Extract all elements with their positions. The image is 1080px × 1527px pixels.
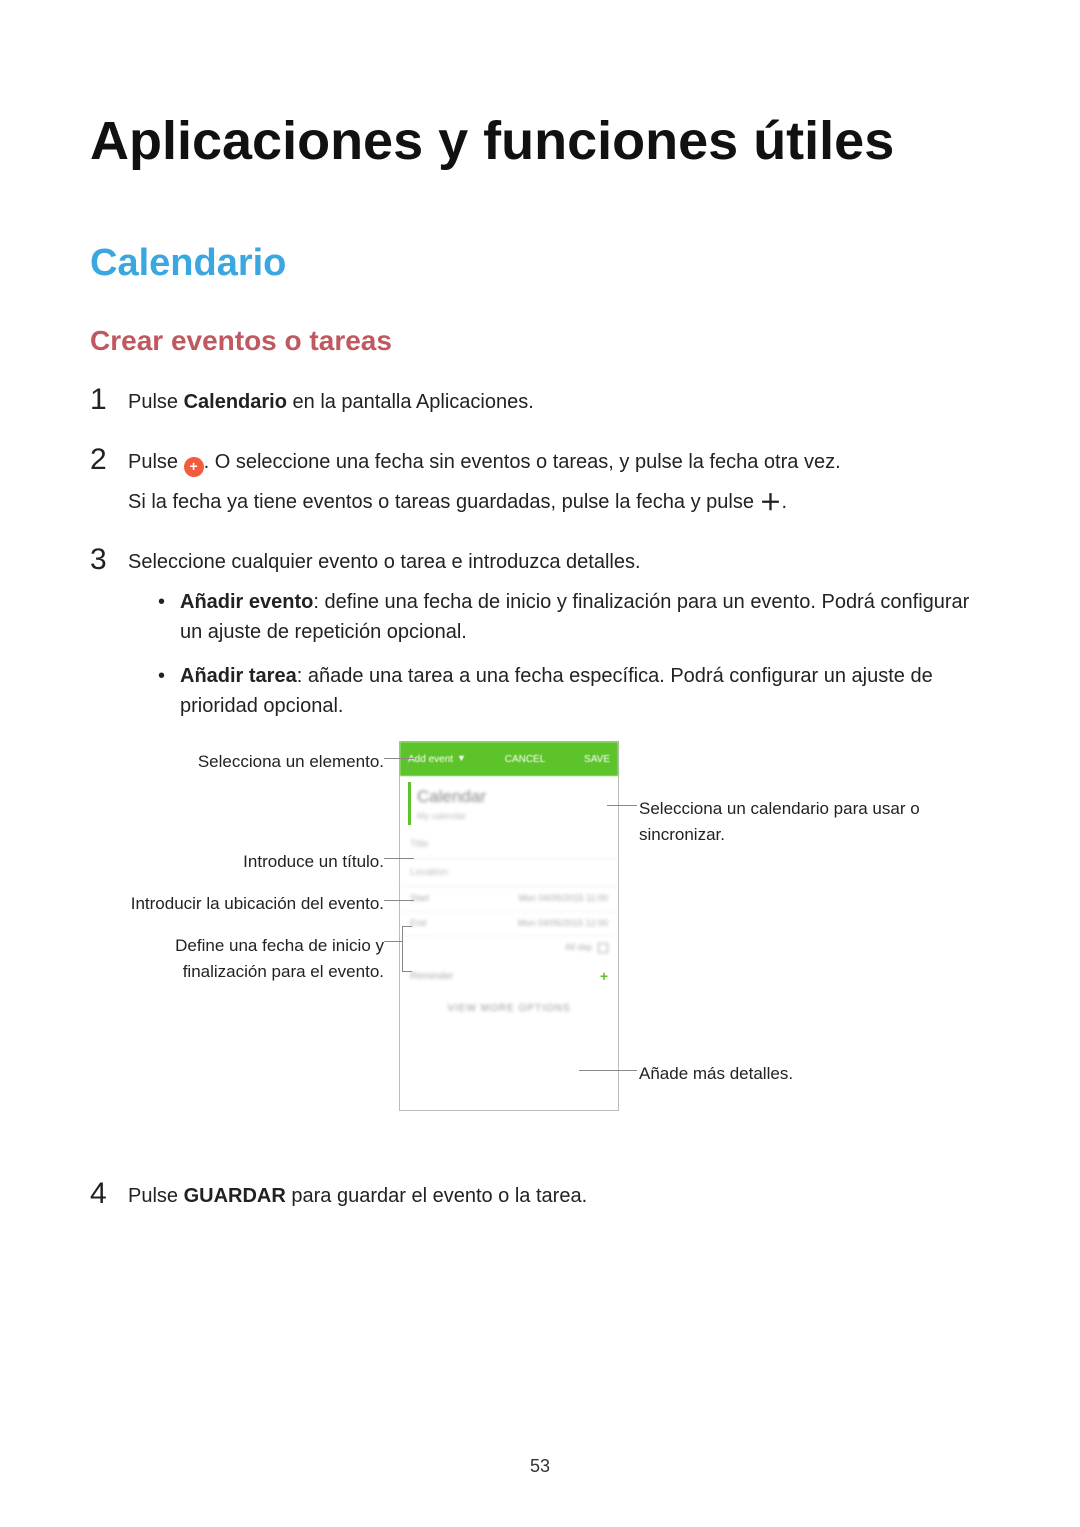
step-1: 1 Pulse Calendario en la pantalla Aplica… (90, 387, 990, 427)
callout-leader (384, 941, 402, 942)
chevron-down-icon: ▼ (457, 752, 466, 766)
reminder-label: Reminder (410, 969, 453, 984)
step-bold: GUARDAR (184, 1185, 286, 1207)
plus-icon: ＋ (760, 492, 782, 514)
step-text: Pulse (128, 1185, 184, 1207)
step-text: Si la fecha ya tiene eventos o tareas gu… (128, 491, 760, 513)
step-text: Pulse (128, 391, 184, 413)
step-text: . O seleccione una fecha sin eventos o t… (204, 451, 841, 473)
step-text: en la pantalla Aplicaciones. (287, 391, 534, 413)
view-more-options: VIEW MORE OPTIONS (400, 993, 618, 1024)
step-4: 4 Pulse GUARDAR para guardar el evento o… (90, 1181, 990, 1221)
bullet-bold: Añadir evento (180, 591, 313, 613)
bullet-item: Añadir evento: define una fecha de inici… (158, 587, 990, 647)
page-title: Aplicaciones y funciones útiles (90, 110, 990, 172)
phone-header: Add event ▼ CANCEL SAVE (400, 742, 618, 776)
step-text: . (782, 491, 788, 513)
callout-leader (607, 805, 637, 806)
add-event-dropdown: Add event (408, 752, 453, 767)
end-row: End Mon 04/05/2015 12:00 (400, 912, 618, 937)
step-text: Pulse (128, 451, 184, 473)
callout-select-item: Selecciona un elemento. (129, 749, 384, 775)
end-label: End (410, 917, 426, 931)
section-heading: Calendario (90, 242, 990, 285)
callout-title: Introduce un título. (129, 849, 384, 875)
calendar-selector: Calendar My calendar (408, 782, 610, 825)
step-number: 4 (90, 1179, 128, 1209)
page-number: 53 (0, 1456, 1080, 1477)
callout-text: Define una fecha de inicio y (175, 936, 384, 955)
callout-leader (402, 926, 403, 971)
start-label: Start (410, 892, 429, 906)
bullet-bold: Añadir tarea (180, 665, 297, 687)
bullet-item: Añadir tarea: añade una tarea a una fech… (158, 661, 990, 721)
step-3: 3 Seleccione cualquier evento o tarea e … (90, 547, 990, 1161)
callout-text: finalización para el evento. (183, 962, 384, 981)
calendar-value: My calendar (417, 810, 604, 824)
step-text: Seleccione cualquier evento o tarea e in… (128, 547, 990, 577)
callout-leader (384, 758, 414, 759)
callout-leader (402, 971, 412, 972)
step-text: para guardar el evento o la tarea. (286, 1185, 587, 1207)
callout-leader (402, 926, 412, 927)
allday-label: All day (565, 941, 592, 955)
callout-leader (384, 900, 414, 901)
title-input: Title (400, 831, 618, 859)
callout-location: Introducir la ubicación del evento. (129, 891, 384, 917)
annotated-screenshot: Add event ▼ CANCEL SAVE Calendar My cale… (129, 741, 989, 1131)
reminder-row: Reminder + (400, 960, 618, 993)
start-row: Start Mon 04/05/2015 11:00 (400, 887, 618, 912)
phone-mockup: Add event ▼ CANCEL SAVE Calendar My cale… (399, 741, 619, 1111)
calendar-label: Calendar (417, 784, 604, 810)
step-2: 2 Pulse +. O seleccione una fecha sin ev… (90, 447, 990, 527)
step-bold: Calendario (184, 391, 287, 413)
step-number: 3 (90, 545, 128, 575)
checkbox-icon (598, 943, 608, 953)
step-number: 2 (90, 445, 128, 475)
cancel-label: CANCEL (505, 752, 546, 767)
end-value: Mon 04/05/2015 12:00 (518, 917, 608, 931)
callout-select-calendar: Selecciona un calendario para usar o sin… (639, 796, 939, 847)
allday-row: All day (400, 936, 618, 960)
add-reminder-icon: + (600, 966, 608, 987)
start-value: Mon 04/05/2015 11:00 (519, 892, 608, 906)
callout-dates: Define una fecha de inicio y finalizació… (129, 933, 384, 984)
callout-more-details: Añade más detalles. (639, 1061, 889, 1087)
save-label: SAVE (584, 752, 610, 767)
callout-leader (579, 1070, 637, 1071)
callout-leader (384, 858, 414, 859)
subsection-heading: Crear eventos o tareas (90, 325, 990, 357)
plus-circle-icon: + (184, 457, 204, 477)
location-input: Location (400, 859, 618, 887)
step-number: 1 (90, 385, 128, 415)
